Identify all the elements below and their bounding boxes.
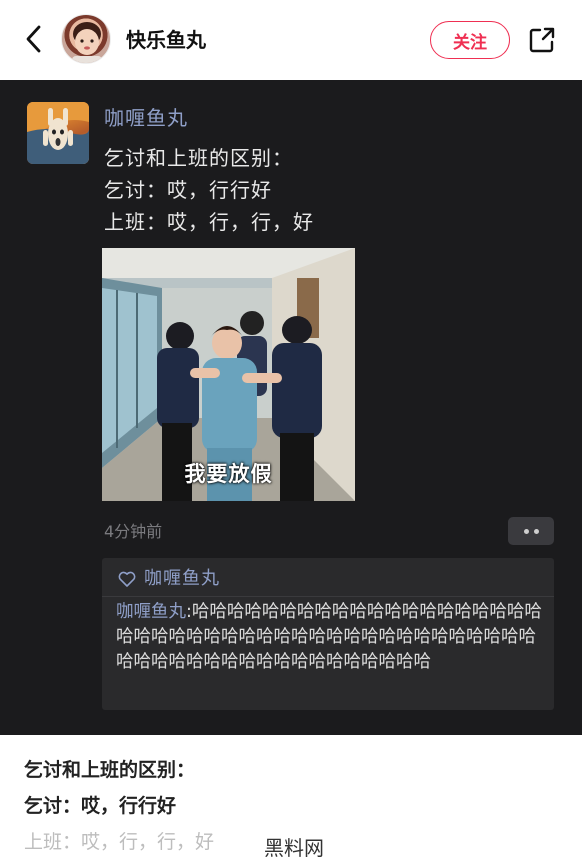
post-text-line: 上班：哎，行，行，好 — [104, 210, 314, 234]
liker-name[interactable]: 咖喱鱼丸 — [144, 567, 220, 591]
site-watermark: 黑料网 — [262, 835, 326, 861]
image-caption: 我要放假 — [184, 462, 273, 486]
caption-line: 乞讨和上班的区别： — [24, 759, 196, 781]
dot-icon — [523, 528, 529, 534]
comment-author[interactable]: 咖喱鱼丸 — [116, 602, 186, 622]
likes-row: 咖喱鱼丸 — [118, 567, 220, 591]
share-external-icon — [529, 27, 555, 53]
post-content: 乞讨和上班的区别： 乞讨：哎，行行好 上班：哎，行，行，好 — [104, 142, 314, 238]
post-author-avatar[interactable] — [27, 102, 89, 164]
comment: 咖喱鱼丸:哈哈哈哈哈哈哈哈哈哈哈哈哈哈哈哈哈哈哈哈哈哈哈哈哈哈哈哈哈哈哈哈哈哈哈… — [116, 600, 546, 675]
user-avatar[interactable] — [61, 14, 111, 64]
comment-section: 咖喱鱼丸 咖喱鱼丸:哈哈哈哈哈哈哈哈哈哈哈哈哈哈哈哈哈哈哈哈哈哈哈哈哈哈哈哈哈哈… — [102, 558, 554, 710]
back-button[interactable] — [18, 24, 48, 54]
share-button[interactable] — [528, 26, 556, 54]
caption-line: 乞讨：哎，行行好 — [24, 795, 177, 817]
heart-outline-icon — [118, 571, 136, 587]
follow-button[interactable]: 关注 — [430, 21, 510, 59]
dot-icon — [533, 528, 539, 534]
embedded-post-screenshot: 咖喱鱼丸 乞讨和上班的区别： 乞讨：哎，行行好 上班：哎，行，行，好 我要放假 … — [0, 80, 582, 735]
divider — [102, 596, 554, 597]
caption-line: 上班：哎，行，行，好 — [24, 831, 215, 853]
avatar-face-icon — [72, 22, 102, 63]
top-nav-bar: 快乐鱼丸 关注 — [0, 0, 582, 80]
article-caption: 乞讨和上班的区别： 乞讨：哎，行行好 上班：哎，行，行，好 — [24, 752, 214, 860]
profile-username[interactable]: 快乐鱼丸 — [126, 26, 206, 54]
more-options-button[interactable] — [508, 517, 554, 545]
post-author-name[interactable]: 咖喱鱼丸 — [104, 104, 188, 132]
scream-avatar-icon — [27, 102, 89, 164]
chevron-left-icon — [26, 25, 41, 53]
post-image[interactable]: 我要放假 — [102, 248, 355, 501]
post-timestamp: 4分钟前 — [104, 522, 163, 541]
post-text-line: 乞讨和上班的区别： — [104, 146, 293, 170]
post-text-line: 乞讨：哎，行行好 — [104, 178, 272, 202]
